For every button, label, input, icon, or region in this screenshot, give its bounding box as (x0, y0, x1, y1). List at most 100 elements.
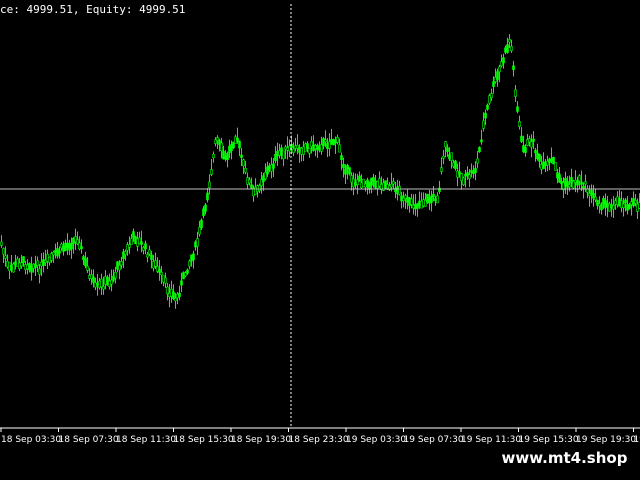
candle-body (170, 288, 173, 297)
candle-body (150, 254, 153, 260)
candle-body (68, 243, 71, 251)
candle-body (58, 250, 61, 254)
candle-body (22, 256, 25, 263)
candle-body (252, 188, 255, 197)
candle-body (212, 153, 215, 159)
candle-body (202, 208, 205, 217)
candle-body (20, 262, 23, 267)
candle-body (10, 264, 13, 271)
candle-body (446, 147, 449, 152)
candle-body (634, 200, 637, 204)
candle-body (246, 177, 249, 185)
candle-body (248, 179, 251, 184)
candle-body (568, 184, 571, 188)
time-axis-label: 19 Sep 19:30 (576, 435, 636, 445)
candle-body (94, 282, 97, 288)
candle-body (234, 136, 237, 144)
candle-body (62, 245, 65, 252)
candle-body (532, 138, 535, 142)
candle-body (340, 155, 343, 160)
candle-body (204, 204, 207, 212)
candle-body (88, 275, 91, 279)
candle-body (198, 226, 201, 235)
candle-body (180, 280, 183, 286)
candle-body (52, 252, 55, 256)
candle-body (586, 188, 589, 193)
candle-body (272, 163, 275, 169)
candle-body (104, 276, 107, 285)
candle-body (454, 160, 457, 169)
time-axis-label: 19 Sep 07:30 (404, 435, 464, 445)
candle-body (102, 286, 105, 290)
candle-body (534, 149, 537, 154)
time-axis-label: 19 Sep 15:30 (519, 435, 579, 445)
candle-body (410, 198, 413, 205)
candle-body (38, 268, 41, 275)
candle-body (496, 71, 499, 80)
candle-body (116, 261, 119, 270)
time-axis-label: 18 Sep 11:30 (116, 435, 176, 445)
candle-body (110, 279, 113, 285)
candle-body (258, 185, 261, 191)
candle-body (174, 297, 177, 302)
candle-body (122, 251, 125, 259)
candle-body (168, 292, 171, 297)
candle-body (162, 275, 165, 283)
candle-body (0, 241, 3, 246)
candle-body (216, 137, 219, 141)
candle-body (64, 242, 67, 251)
candle-body (84, 258, 87, 267)
candle-body (558, 174, 561, 183)
candle-body (292, 148, 295, 153)
candle-body (336, 136, 339, 143)
candle-body (462, 177, 465, 185)
candle-body (118, 265, 121, 271)
candle-body (184, 272, 187, 277)
price-chart[interactable]: 18 Sep 03:3018 Sep 07:3018 Sep 11:3018 S… (0, 0, 640, 446)
candle-body (188, 260, 191, 267)
candle-body (226, 153, 229, 160)
candle-body (628, 204, 631, 209)
candle-body (524, 147, 527, 153)
candle-body (392, 181, 395, 185)
candle-body (348, 167, 351, 175)
candle-body (232, 141, 235, 149)
candle-body (106, 277, 109, 286)
candle-body (132, 231, 135, 238)
candle-body (142, 247, 145, 251)
candle-body (236, 137, 239, 142)
candle-body (514, 89, 517, 97)
time-axis: 18 Sep 03:3018 Sep 07:3018 Sep 11:3018 S… (0, 428, 640, 445)
watermark: www.mt4.shop (497, 445, 632, 471)
candle-body (476, 158, 479, 164)
candle-body (190, 254, 193, 262)
candle-body (390, 184, 393, 188)
candle-body (156, 266, 159, 272)
candle-body (154, 260, 157, 267)
candle-body (242, 159, 245, 167)
candle-body (206, 192, 209, 201)
candle-body (240, 154, 243, 158)
candle-body (230, 144, 233, 152)
candle-body (164, 277, 167, 284)
candle-body (126, 244, 129, 251)
candle-body (80, 246, 83, 249)
time-axis-label: 19 (634, 435, 640, 445)
candle-body (554, 162, 557, 171)
candle-body (4, 255, 7, 259)
candle-body (342, 163, 345, 169)
candle-body (576, 180, 579, 186)
time-axis-label: 18 Sep 23:30 (289, 435, 349, 445)
candle-body (182, 272, 185, 280)
candle-body (214, 139, 217, 144)
candle-body (450, 152, 453, 161)
candle-body (486, 104, 489, 110)
candle-body (74, 236, 77, 242)
candle-body (282, 150, 285, 160)
chart-window[interactable]: 18 Sep 03:30 18 Sep 07:30 18 Sep 11:30 18 S… (0, 0, 640, 480)
candle-body (148, 249, 151, 255)
candle-body (218, 140, 221, 145)
candle-body (152, 261, 155, 269)
candle-body (134, 236, 137, 245)
candle-body (436, 195, 439, 204)
